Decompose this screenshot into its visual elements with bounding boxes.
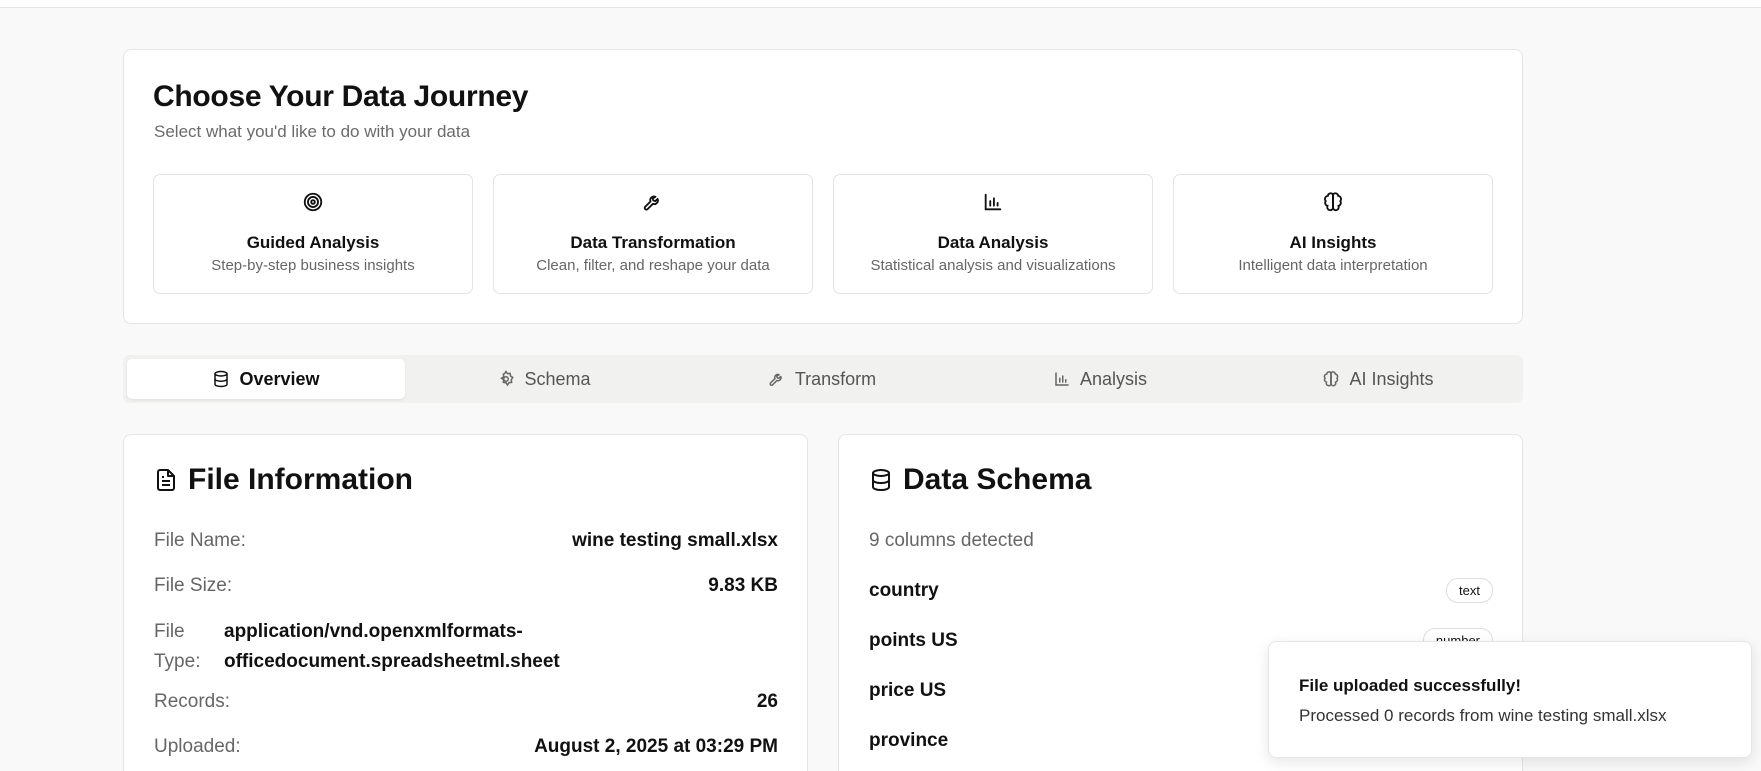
toast-title: File uploaded successfully! — [1299, 676, 1522, 695]
wrench-icon — [768, 370, 786, 388]
option-desc: Clean, filter, and reshape your data — [536, 257, 770, 274]
data-schema-heading: Data Schema — [869, 463, 1091, 497]
option-title: Guided Analysis — [246, 233, 380, 252]
target-icon — [154, 191, 472, 213]
uploaded-label: Uploaded: — [154, 736, 241, 757]
bar-chart-icon — [834, 191, 1152, 213]
file-name-label: File Name: — [154, 530, 246, 551]
file-information-title: File Information — [188, 463, 413, 496]
data-schema-title: Data Schema — [903, 463, 1092, 496]
option-title: AI Insights — [1289, 233, 1377, 252]
journey-title: Choose Your Data Journey — [153, 80, 529, 113]
tab-label: Schema — [524, 368, 591, 389]
file-type-value: application/vnd.openxmlformats- officedo… — [224, 621, 560, 672]
tab-ai-insights[interactable]: AI Insights — [1239, 359, 1517, 399]
option-ai-insights[interactable]: AI Insights Intelligent data interpretat… — [1173, 174, 1493, 294]
tab-label: Analysis — [1079, 368, 1148, 389]
database-icon — [212, 370, 230, 388]
file-information-heading: File Information — [154, 463, 413, 497]
data-journey-card: Choose Your Data Journey Select what you… — [123, 49, 1523, 324]
columns-detected: 9 columns detected — [869, 530, 1034, 551]
records-value: 26 — [756, 691, 778, 712]
column-name: country — [869, 580, 939, 601]
upload-success-toast[interactable]: File uploaded successfully! Processed 0 … — [1268, 641, 1752, 758]
option-desc: Step-by-step business insights — [211, 257, 415, 274]
file-information-card: File Information File Name: wine testing… — [123, 434, 808, 771]
tab-label: AI Insights — [1349, 368, 1434, 389]
option-title: Data Transformation — [570, 233, 736, 252]
tab-label: Transform — [794, 368, 877, 389]
option-desc: Intelligent data interpretation — [1238, 257, 1428, 274]
gear-icon — [497, 370, 515, 388]
column-name: price US — [869, 680, 947, 701]
option-guided-analysis[interactable]: Guided Analysis Step-by-step business in… — [153, 174, 473, 294]
option-data-transformation[interactable]: Data Transformation Clean, filter, and r… — [493, 174, 813, 294]
brain-icon — [1174, 191, 1492, 213]
column-name: province — [869, 730, 949, 751]
file-size-label: File Size: — [154, 575, 233, 596]
wrench-icon — [494, 191, 812, 213]
file-size-value: 9.83 KB — [708, 575, 778, 596]
tab-schema[interactable]: Schema — [405, 359, 683, 399]
records-label: Records: — [154, 691, 231, 712]
tab-analysis[interactable]: Analysis — [961, 359, 1239, 399]
file-type-label: File Type: — [154, 621, 201, 672]
tab-overview[interactable]: Overview — [127, 359, 405, 399]
column-name: points US — [869, 630, 958, 651]
brain-icon — [1322, 370, 1340, 388]
top-bar — [0, 0, 1761, 8]
option-data-analysis[interactable]: Data Analysis Statistical analysis and v… — [833, 174, 1153, 294]
tab-transform[interactable]: Transform — [683, 359, 961, 399]
toast-message: Processed 0 records from wine testing sm… — [1299, 706, 1667, 725]
option-title: Data Analysis — [937, 233, 1049, 252]
journey-subtitle: Select what you'd like to do with your d… — [154, 122, 471, 141]
file-text-icon — [154, 467, 178, 493]
file-name-value: wine testing small.xlsx — [572, 530, 778, 551]
database-icon — [869, 467, 893, 493]
option-desc: Statistical analysis and visualizations — [870, 257, 1116, 274]
uploaded-value: August 2, 2025 at 03:29 PM — [534, 736, 778, 757]
bar-chart-icon — [1053, 370, 1071, 388]
tab-bar: Overview Schema Transform Analysis AI In… — [123, 355, 1523, 403]
tab-label: Overview — [239, 368, 320, 389]
column-type-badge: text — [1446, 578, 1493, 603]
